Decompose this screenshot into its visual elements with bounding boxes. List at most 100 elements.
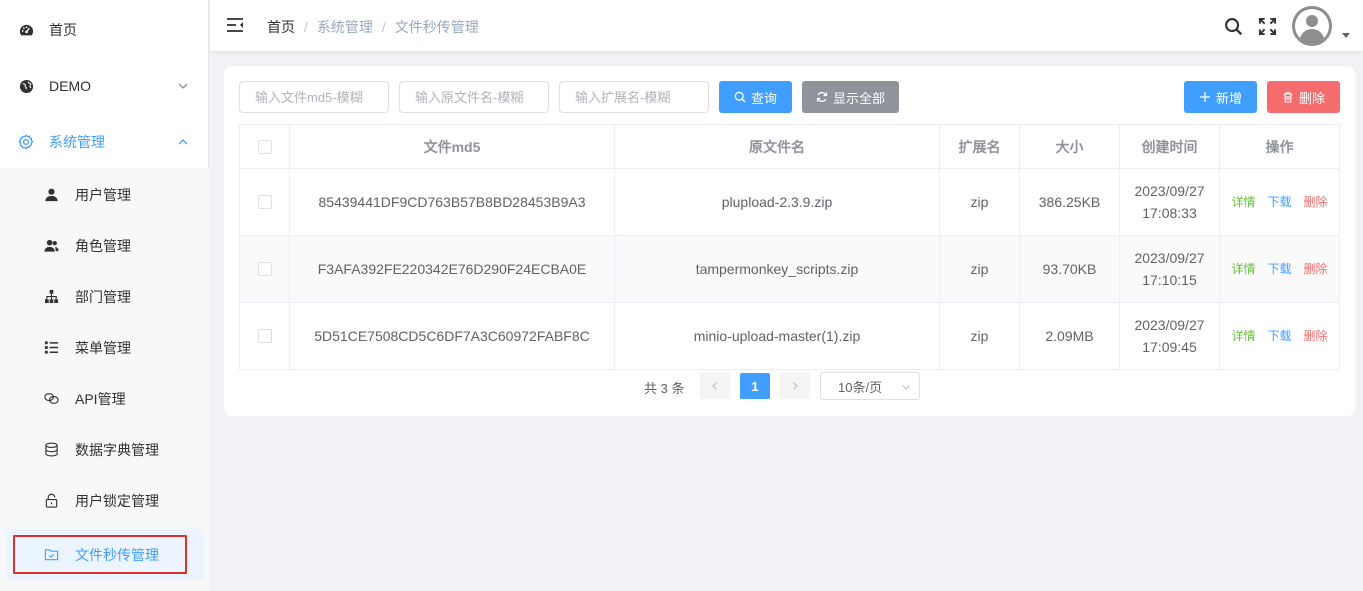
detail-link[interactable]: 详情: [1231, 258, 1255, 280]
select-all-checkbox[interactable]: [257, 139, 272, 154]
chevron-up-icon: [177, 136, 189, 148]
sidebar-item-api[interactable]: API管理: [0, 373, 209, 424]
sidebar-item-label: 角色管理: [75, 237, 131, 254]
content-card: 查询 显示全部 新增 删除 文件md5 原文件名 扩展名 大小 创建时间 操作 …: [224, 66, 1355, 416]
sidebar-item-dictionary[interactable]: 数据字典管理: [0, 424, 209, 475]
column-header-md5: 文件md5: [290, 125, 615, 168]
chevron-left-icon: [712, 382, 717, 390]
fullscreen-icon[interactable]: [1257, 16, 1277, 36]
table-row: F3AFA392FE220342E76D290F24ECBA0E tamperm…: [240, 236, 1339, 303]
add-button[interactable]: 新增: [1184, 81, 1257, 113]
breadcrumb-separator: /: [381, 19, 386, 35]
created-cell: 2023/09/27 17:09:45: [1120, 303, 1220, 369]
refresh-icon: [816, 91, 828, 103]
sidebar-item-users[interactable]: 用户管理: [0, 169, 209, 220]
hamburger-icon[interactable]: [226, 17, 244, 33]
breadcrumb-system: 系统管理: [316, 19, 373, 35]
download-link[interactable]: 下载: [1267, 191, 1291, 213]
detail-link[interactable]: 详情: [1231, 191, 1255, 213]
prev-page-button[interactable]: [700, 373, 730, 399]
chevron-right-icon: [793, 382, 798, 390]
query-button[interactable]: 查询: [719, 81, 792, 113]
filename-cell: minio-upload-master(1).zip: [615, 303, 940, 369]
download-link[interactable]: 下载: [1267, 325, 1291, 347]
breadcrumb-current: 文件秒传管理: [394, 19, 479, 35]
breadcrumb: 首页 / 系统管理 / 文件秒传管理: [267, 17, 479, 37]
search-icon[interactable]: [1223, 16, 1243, 36]
next-page-button[interactable]: [780, 373, 810, 399]
download-link[interactable]: 下载: [1267, 258, 1291, 280]
pagination: 共 3 条 1 10条/页: [224, 372, 1355, 400]
row-checkbox[interactable]: [257, 329, 272, 343]
delete-link[interactable]: 删除: [1304, 191, 1328, 213]
link-icon: [43, 391, 59, 407]
menu-item-system[interactable]: 系统管理: [0, 114, 209, 170]
menu-label: DEMO: [49, 78, 91, 94]
lock-icon: [43, 493, 59, 509]
add-label: 新增: [1215, 90, 1242, 106]
delete-link[interactable]: 删除: [1304, 258, 1328, 280]
row-checkbox[interactable]: [257, 262, 272, 276]
row-select-cell: [240, 236, 290, 302]
sidebar-item-menus[interactable]: 菜单管理: [0, 322, 209, 373]
filename-cell: tampermonkey_scripts.zip: [615, 236, 940, 302]
created-cell: 2023/09/27 17:08:33: [1120, 169, 1220, 235]
caret-down-icon[interactable]: [1342, 33, 1350, 38]
file-table: 文件md5 原文件名 扩展名 大小 创建时间 操作 85439441DF9CD7…: [239, 124, 1340, 370]
md5-search-input[interactable]: [239, 81, 389, 113]
sidebar-item-label: 用户锁定管理: [75, 492, 159, 509]
filename-search-input[interactable]: [399, 81, 549, 113]
created-date: 2023/09/27: [1134, 250, 1205, 266]
sidebar-item-label: 数据字典管理: [75, 441, 159, 458]
search-icon: [734, 91, 746, 103]
pagination-total: 共 3 条: [644, 381, 685, 396]
header-select-cell: [240, 125, 290, 168]
delete-button[interactable]: 删除: [1267, 81, 1340, 113]
menu-item-demo[interactable]: DEMO: [0, 58, 209, 114]
delete-label: 删除: [1298, 90, 1325, 106]
row-select-cell: [240, 303, 290, 369]
actions-cell: 详情 下载 删除: [1220, 303, 1339, 369]
show-all-button[interactable]: 显示全部: [802, 81, 899, 113]
header: 首页 / 系统管理 / 文件秒传管理: [210, 0, 1363, 51]
trash-icon: [1282, 91, 1294, 103]
md5-cell: F3AFA392FE220342E76D290F24ECBA0E: [290, 236, 615, 302]
show-all-label: 显示全部: [832, 90, 885, 106]
sidebar-item-user-lock[interactable]: 用户锁定管理: [0, 475, 209, 526]
row-checkbox[interactable]: [257, 195, 272, 209]
breadcrumb-home[interactable]: 首页: [267, 17, 295, 37]
table-header-row: 文件md5 原文件名 扩展名 大小 创建时间 操作: [240, 125, 1339, 169]
sidebar-item-label: 用户管理: [75, 186, 131, 203]
created-date: 2023/09/27: [1134, 317, 1205, 333]
sidebar-item-departments[interactable]: 部门管理: [0, 271, 209, 322]
sidebar: 首页 DEMO 系统管理 用户管理 角色管理 部门管理 菜单管理 API管理 数…: [0, 0, 209, 591]
menu-item-home[interactable]: 首页: [0, 2, 209, 58]
actions-cell: 详情 下载 删除: [1220, 236, 1339, 302]
extension-cell: zip: [940, 169, 1020, 235]
size-cell: 2.09MB: [1020, 303, 1120, 369]
menu-label: 首页: [49, 22, 77, 38]
chevron-down-icon: [902, 385, 910, 390]
page-size-select[interactable]: 10条/页: [820, 372, 920, 400]
extension-search-input[interactable]: [559, 81, 709, 113]
plus-icon: [1199, 91, 1211, 103]
sidebar-item-roles[interactable]: 角色管理: [0, 220, 209, 271]
avatar[interactable]: [1292, 6, 1332, 46]
filename-cell: plupload-2.3.9.zip: [615, 169, 940, 235]
chevron-down-icon: [177, 80, 189, 92]
column-header-actions: 操作: [1265, 138, 1294, 155]
query-label: 查询: [750, 90, 777, 106]
detail-link[interactable]: 详情: [1231, 325, 1255, 347]
sidebar-item-label: 文件秒传管理: [75, 546, 159, 563]
delete-link[interactable]: 删除: [1304, 325, 1328, 347]
users-icon: [43, 238, 59, 254]
menu-label: 系统管理: [49, 134, 105, 150]
sidebar-item-label: 菜单管理: [75, 339, 131, 356]
extension-cell: zip: [940, 303, 1020, 369]
page-number-button[interactable]: 1: [740, 373, 770, 399]
created-time: 17:10:15: [1142, 272, 1197, 288]
sidebar-item-file-upload[interactable]: 文件秒传管理: [5, 529, 204, 580]
size-cell: 386.25KB: [1020, 169, 1120, 235]
table-row: 85439441DF9CD763B57B8BD28453B9A3 pluploa…: [240, 169, 1339, 236]
actions-cell: 详情 下载 删除: [1220, 169, 1339, 235]
